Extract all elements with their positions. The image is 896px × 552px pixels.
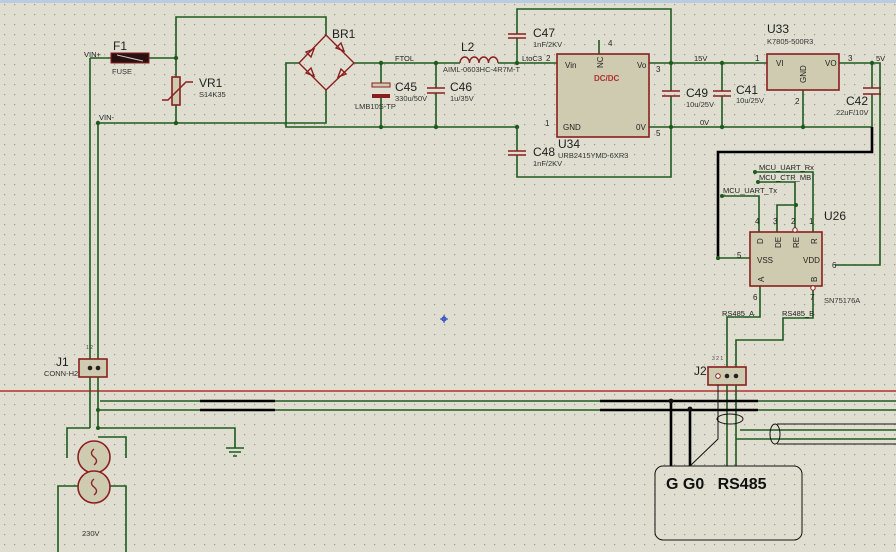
u34-pin-nc: NC — [596, 56, 605, 68]
c41-value: 10u/25V — [736, 96, 764, 105]
u34-pin-4: 4 — [608, 39, 613, 48]
c45-ref: C45 — [395, 80, 417, 94]
c48-ref: C48 — [533, 145, 555, 159]
net-label-rs485-b: RS485_B — [782, 309, 814, 318]
u26-pin-1: 1 — [809, 217, 814, 226]
u34-pin-0v: 0V — [636, 123, 646, 132]
u33-pin-3: 3 — [848, 54, 853, 63]
j1-pins: 1 2 — [86, 345, 93, 351]
net-label-ctr-mb: MCU_CTR_MB — [759, 173, 811, 182]
u26-pin-de: DE — [774, 237, 783, 248]
u26-pin-re: RE — [792, 237, 801, 248]
u34-ref: U34 — [558, 137, 580, 151]
vr1-value: S14K35 — [199, 90, 226, 99]
j2-pins: 3 2 1 — [712, 356, 723, 362]
u26-pin-a: A — [757, 276, 766, 282]
u34-value: URB2415YMD-6XR3 — [558, 151, 628, 160]
u26-ref: U26 — [824, 209, 846, 223]
net-label-uart-tx: MCU_UART_Tx — [723, 186, 777, 195]
net-label-uart-rx: MCU_UART_Rx — [759, 163, 814, 172]
c47-value: 1nF/2KV — [533, 40, 562, 49]
u26-pin-d: D — [756, 238, 765, 244]
u34-pin-gnd: GND — [563, 123, 581, 132]
f1-ref: F1 — [113, 39, 127, 53]
c49-ref: C49 — [686, 86, 708, 100]
u34-pin-vo: Vo — [637, 61, 647, 70]
u26-pin-6a: 6 — [753, 293, 758, 302]
l2-ref: L2 — [461, 40, 475, 54]
net-label-0v: 0V — [700, 118, 709, 127]
u26-pin-b: B — [810, 277, 819, 282]
net-label-15v: 15V — [694, 54, 707, 63]
l2-value: AIML-0603HC-4R7M-T — [443, 65, 521, 74]
c48-value: 1nF/2KV — [533, 159, 562, 168]
u33-pin-vi: VI — [776, 59, 784, 68]
u34-pin-3: 3 — [656, 65, 661, 74]
u26-pin-2: 2 — [791, 217, 796, 226]
device-box-label: G G0 RS485 — [666, 476, 767, 493]
u34-label: DC/DC — [594, 74, 620, 83]
c49-value: 10u/25V — [686, 100, 714, 109]
net-label-ltoc3: LtoC3 — [522, 54, 542, 63]
net-label-rs485-a: RS485_A — [722, 309, 754, 318]
j1-ref: J1 — [56, 355, 69, 369]
window-top-border — [0, 0, 896, 3]
u26-pin-vss: VSS — [757, 256, 773, 265]
u26-pin-6: 6 — [832, 261, 837, 270]
c45-value: 330u/50V — [395, 94, 427, 103]
c42-value: 22uF/10V — [836, 108, 869, 117]
schematic-canvas[interactable]: VIN+ VIN- F1 FUSE VR1 S14K35 BR1 FTOL C4… — [0, 0, 896, 552]
c41-ref: C41 — [736, 83, 758, 97]
u26-pin-7: 7 — [810, 293, 815, 302]
u26-pin-4: 4 — [755, 217, 760, 226]
net-label-vin-plus: VIN+ — [84, 50, 102, 59]
c47-ref: C47 — [533, 26, 555, 40]
f1-value: FUSE — [112, 67, 132, 76]
vr1-ref: VR1 — [199, 76, 223, 90]
u33-pin-vo: VO — [825, 59, 837, 68]
c46-ref: C46 — [450, 80, 472, 94]
net-label-ftol: FTOL — [395, 54, 414, 63]
c46-value: 1u/35V — [450, 94, 474, 103]
u34-pin-2: 2 — [546, 54, 551, 63]
u34-pin-1: 1 — [545, 119, 550, 128]
u33-value: K7805-500R3 — [767, 37, 813, 46]
u26-pin-3: 3 — [773, 217, 778, 226]
c42-ref: C42 — [846, 94, 868, 108]
j1-value: CONN-H2 — [44, 369, 78, 378]
br1-ref: BR1 — [332, 27, 356, 41]
net-label-5v: 5V — [876, 54, 885, 63]
u26-pin-5: 5 — [737, 251, 742, 260]
net-label-vin-minus: VIN- — [99, 113, 115, 122]
u33-ref: U33 — [767, 22, 789, 36]
u34-pin-vin: Vin — [565, 61, 576, 70]
u33-pin-2: 2 — [795, 97, 800, 106]
u26-value: SN75176A — [824, 296, 860, 305]
j2-ref: J2 — [694, 364, 707, 378]
u33-pin-1: 1 — [755, 54, 760, 63]
u26-pin-r: R — [810, 238, 819, 244]
source-value: 230V — [82, 529, 100, 538]
u34-pin-5: 5 — [656, 129, 661, 138]
u26-pin-vdd: VDD — [803, 256, 820, 265]
u33-pin-gnd: GND — [799, 65, 808, 83]
c45-part: LMB10S-TP — [355, 102, 396, 111]
